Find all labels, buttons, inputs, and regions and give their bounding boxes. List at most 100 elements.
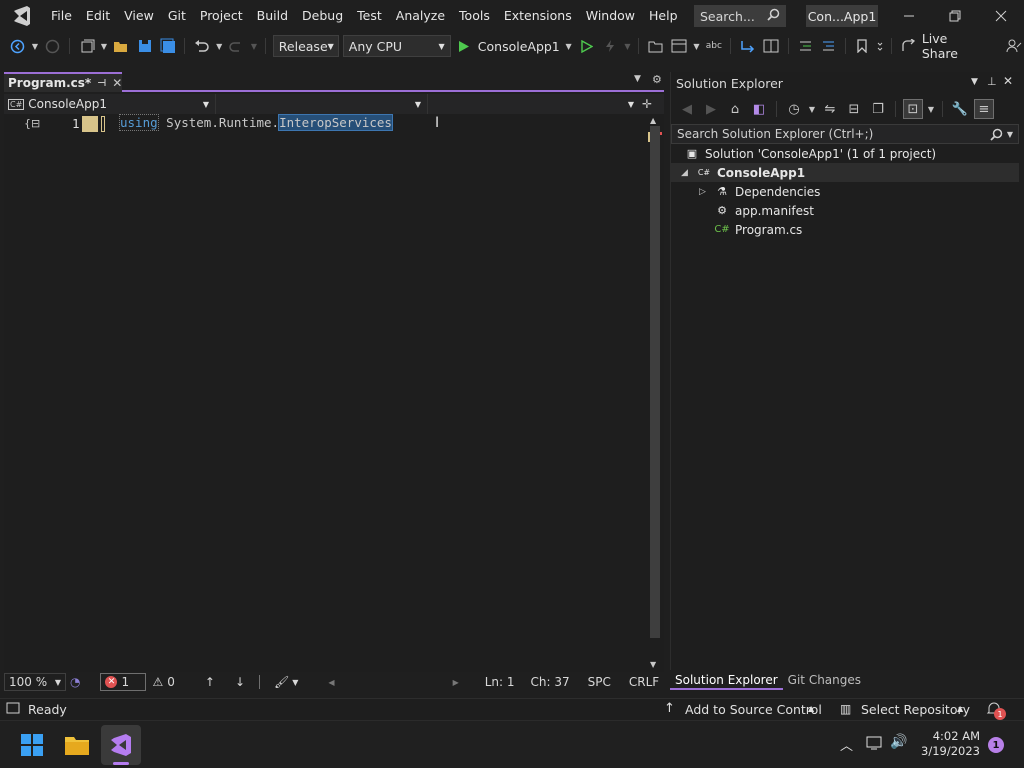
close-window-icon[interactable]	[978, 0, 1024, 32]
column-position[interactable]: Ch: 37	[531, 675, 570, 689]
tab-solution-explorer[interactable]: Solution Explorer	[670, 670, 783, 690]
menu-item-window[interactable]: Window	[579, 0, 642, 32]
menu-item-project[interactable]: Project	[193, 0, 250, 32]
volume-icon[interactable]: 🔊	[890, 734, 907, 750]
back-dropdown-icon[interactable]: ▼	[31, 36, 39, 56]
layout-dropdown-icon[interactable]: ▼	[693, 36, 701, 56]
undo-dropdown-icon[interactable]: ▼	[215, 36, 223, 56]
preview-dropdown-icon[interactable]: ▼	[927, 99, 935, 119]
forward-navigate-icon[interactable]	[43, 36, 62, 56]
intellicode-icon[interactable]: ◔	[70, 675, 80, 689]
taskbar-clock[interactable]: 4:02 AM 3/19/2023	[920, 729, 980, 759]
spell-check-icon[interactable]: abc	[704, 36, 723, 56]
collapse-region-icon[interactable]: {⊟	[24, 117, 40, 130]
error-count-button[interactable]: ✕ 1	[100, 673, 147, 691]
tab-settings-gear-icon[interactable]: ⚙	[652, 73, 662, 86]
add-to-source-control-button[interactable]: Add to Source Control	[685, 702, 822, 717]
code-editor[interactable]: {⊟ 1 using System.Runtime.InteropService…	[4, 114, 664, 672]
horizontal-scroll-left-icon[interactable]: ◀	[328, 678, 334, 687]
pin-panel-icon[interactable]: ⊥	[987, 75, 997, 88]
close-panel-icon[interactable]: ✕	[1003, 74, 1013, 88]
menu-item-build[interactable]: Build	[250, 0, 295, 32]
live-share-button[interactable]: Live Share	[922, 31, 985, 61]
back-icon[interactable]: ◀	[677, 99, 697, 119]
quick-actions-lightbulb-icon[interactable]	[82, 116, 98, 132]
horizontal-scroll-right-icon[interactable]: ▶	[453, 678, 459, 687]
step-into-icon[interactable]	[738, 36, 757, 56]
pin-icon[interactable]: ⊣	[97, 78, 106, 89]
tree-item-project[interactable]: ◢ C# ConsoleApp1	[671, 163, 1019, 182]
menu-item-view[interactable]: View	[117, 0, 161, 32]
member-scope-dropdown[interactable]: ▼	[428, 94, 640, 114]
live-share-icon[interactable]	[899, 36, 918, 56]
redo-dropdown-icon[interactable]: ▼	[250, 36, 258, 56]
show-hidden-icons-chevron-icon[interactable]: ︿	[840, 735, 853, 754]
menu-item-debug[interactable]: Debug	[295, 0, 350, 32]
new-project-dropdown-icon[interactable]: ▼	[100, 36, 108, 56]
editor-vertical-scrollbar[interactable]: ▲ ▼	[648, 116, 662, 672]
next-issue-icon[interactable]: ↓	[235, 675, 245, 689]
menu-item-edit[interactable]: Edit	[79, 0, 117, 32]
tab-git-changes[interactable]: Git Changes	[783, 670, 866, 690]
comment-lines-icon[interactable]	[796, 36, 815, 56]
bookmark-icon[interactable]	[853, 36, 872, 56]
menu-item-analyze[interactable]: Analyze	[389, 0, 452, 32]
menu-item-help[interactable]: Help	[642, 0, 685, 32]
search-options-dropdown-icon[interactable]: ▼	[1007, 130, 1013, 139]
filter-dropdown-icon[interactable]: ▼	[808, 99, 816, 119]
expanded-arrow-icon[interactable]: ◢	[681, 168, 695, 178]
file-explorer-icon[interactable]	[57, 725, 97, 765]
network-icon[interactable]	[866, 735, 884, 754]
line-ending-mode[interactable]: CRLF	[629, 675, 659, 689]
code-cleanup-dropdown-icon[interactable]: ▼	[292, 678, 298, 687]
solution-search-box[interactable]: Search Solution Explorer (Ctrl+;) ▼	[671, 124, 1019, 144]
close-tab-icon[interactable]: ✕	[112, 76, 122, 90]
panel-options-dropdown-icon[interactable]: ▼	[971, 77, 978, 87]
line-position[interactable]: Ln: 1	[485, 675, 515, 689]
open-folder-icon[interactable]	[112, 36, 131, 56]
menu-item-tools[interactable]: Tools	[452, 0, 497, 32]
layout-icon[interactable]	[669, 36, 688, 56]
tree-item-dependencies[interactable]: ▷ ⚗ Dependencies	[671, 182, 1019, 201]
preview-selected-items-icon[interactable]: ⊡	[903, 99, 923, 119]
scroll-down-icon[interactable]: ▼	[650, 660, 656, 669]
sync-with-document-icon[interactable]: ⇋	[820, 99, 840, 119]
redo-icon[interactable]	[227, 36, 246, 56]
scroll-thumb[interactable]	[650, 126, 660, 638]
undo-icon[interactable]	[192, 36, 211, 56]
collapse-all-icon[interactable]: ⊟	[844, 99, 864, 119]
visual-studio-taskbar-icon[interactable]	[101, 725, 141, 765]
feedback-person-icon[interactable]	[1005, 36, 1024, 56]
code-cleanup-brush-icon[interactable]: 🖌	[274, 675, 289, 689]
tab-program-cs[interactable]: Program.cs* ⊣ ✕	[4, 72, 122, 92]
switch-views-icon[interactable]: ◧	[749, 99, 769, 119]
repository-dropdown-icon[interactable]: ▲	[957, 704, 963, 713]
toolbar-overflow-icon[interactable]	[876, 36, 884, 56]
global-search-box[interactable]: Search...	[694, 5, 786, 27]
start-without-debugging-icon[interactable]	[577, 36, 596, 56]
notification-center-badge[interactable]: 1	[988, 737, 1004, 753]
collapsed-arrow-icon[interactable]: ▷	[699, 187, 713, 197]
menu-item-extensions[interactable]: Extensions	[497, 0, 579, 32]
tree-item-program-cs[interactable]: C# Program.cs	[671, 220, 1019, 239]
save-icon[interactable]	[135, 36, 154, 56]
show-all-files-icon[interactable]: ❐	[868, 99, 888, 119]
minimize-icon[interactable]	[886, 0, 932, 32]
toggle-panel-icon[interactable]	[762, 36, 781, 56]
warning-count-button[interactable]: ⚠ 0	[152, 675, 174, 689]
select-repository-button[interactable]: Select Repository	[861, 702, 970, 717]
code-line-1[interactable]: using System.Runtime.InteropServices	[119, 114, 393, 131]
new-project-icon[interactable]	[77, 36, 96, 56]
start-target-label[interactable]: ConsoleApp1	[478, 39, 560, 54]
tab-list-dropdown-icon[interactable]: ▼	[634, 74, 641, 84]
solution-name-badge[interactable]: Con...App1	[806, 5, 878, 27]
properties-wrench-icon[interactable]: 🔧	[950, 99, 970, 119]
source-control-dropdown-icon[interactable]: ▲	[808, 704, 814, 713]
back-navigate-icon[interactable]	[8, 36, 27, 56]
type-scope-dropdown[interactable]: ▼	[216, 94, 428, 114]
home-icon[interactable]: ⌂	[725, 99, 745, 119]
split-editor-icon[interactable]: ✛	[642, 97, 652, 111]
tree-item-app-manifest[interactable]: ⚙ app.manifest	[671, 201, 1019, 220]
project-scope-dropdown[interactable]: C# ConsoleApp1 ▼	[4, 94, 216, 114]
platform-dropdown[interactable]: Any CPU ▼	[342, 35, 451, 57]
